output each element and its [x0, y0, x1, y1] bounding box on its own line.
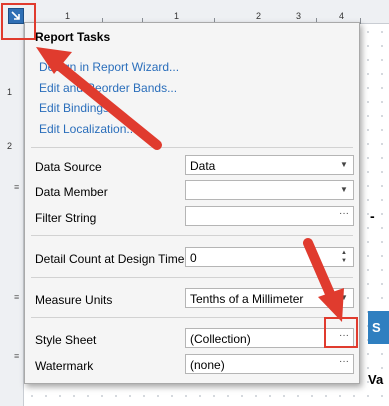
- arrow-to-style-sheet-button: [303, 238, 344, 322]
- arrow-to-smart-tag: [36, 47, 162, 150]
- annotation-arrows: [36, 47, 344, 322]
